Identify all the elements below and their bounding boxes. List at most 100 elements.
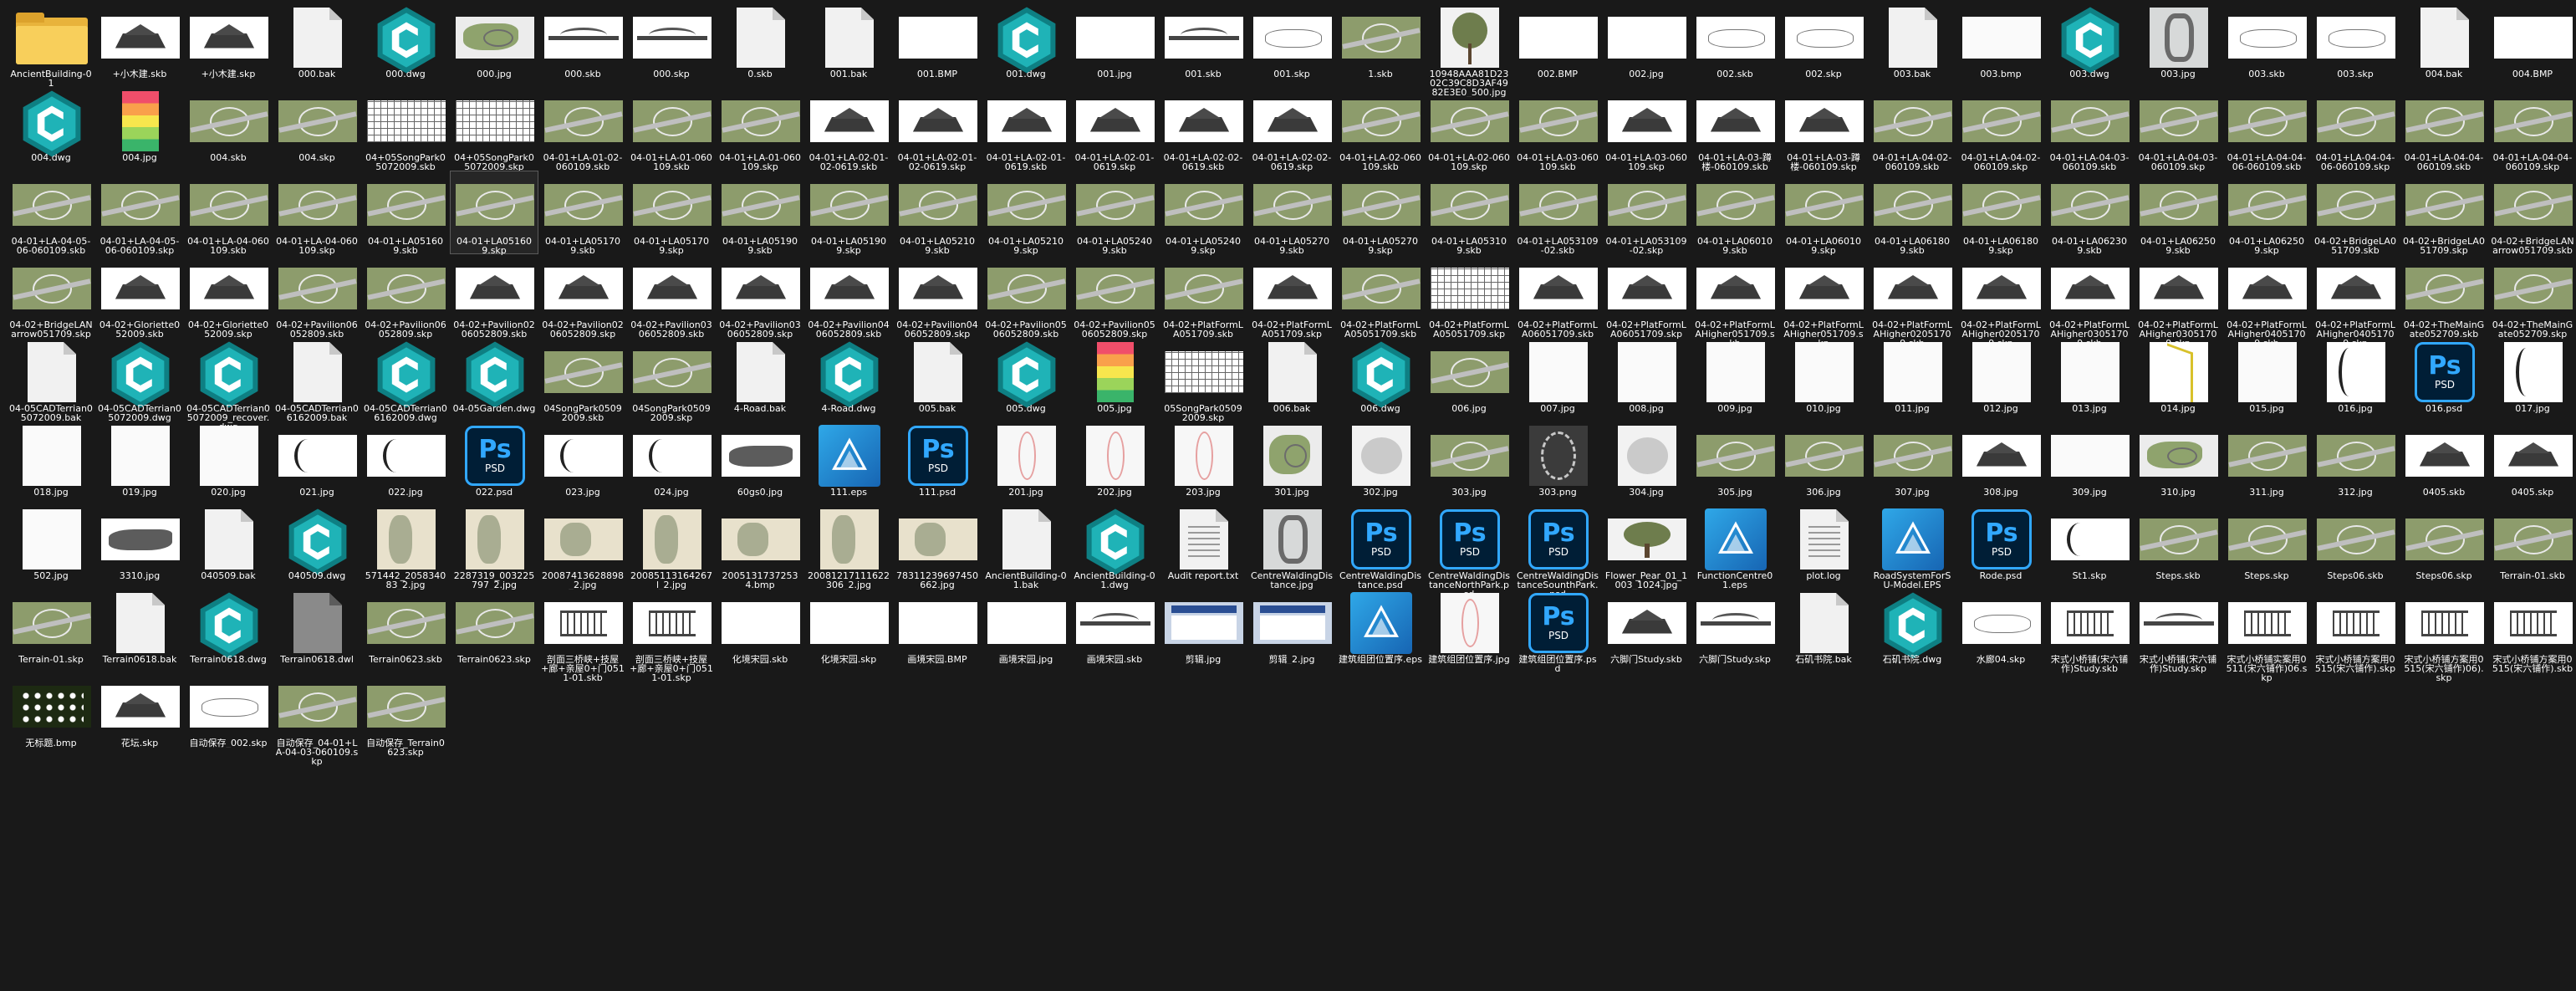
file-item[interactable]: 建筑组团位置序.jpg xyxy=(1425,589,1513,672)
file-item[interactable]: PsPSDCentreWaldingDistanceSounthPark.psd xyxy=(1513,505,1602,599)
file-item[interactable]: Terrain0618.dwg xyxy=(184,589,273,672)
file-item[interactable]: 305.jpg xyxy=(1691,421,1779,505)
file-item[interactable]: 78311239697450662.jpg xyxy=(893,505,982,590)
file-item[interactable]: 007.jpg xyxy=(1513,338,1602,421)
file-item[interactable]: 04-02+Pavilion06052809.skb xyxy=(273,254,361,339)
file-item[interactable]: 312.jpg xyxy=(2311,421,2400,505)
file-item[interactable]: CentreWaldingDistance.jpg xyxy=(1247,505,1336,590)
file-item[interactable]: 001.BMP xyxy=(893,3,982,87)
file-item[interactable]: Terrain0618.dwl xyxy=(273,589,361,672)
file-item[interactable]: 04-01+LA062509.skp xyxy=(2222,171,2311,255)
file-item[interactable]: Terrain0623.skb xyxy=(361,589,450,672)
file-item[interactable]: 04-02+PlatFormLA051709.skb xyxy=(1159,254,1247,339)
file-item[interactable]: 04-01+LA-03-蹲楼-060109.skb xyxy=(1691,87,1779,171)
file-item[interactable]: AncientBuilding-01.dwg xyxy=(1070,505,1159,590)
file-item[interactable]: Ps PSD 016.psd xyxy=(2400,338,2488,421)
file-item[interactable]: 10948AAA81D2302C39C8D3AF4982E3E0_500.jpg xyxy=(1425,3,1513,97)
file-item[interactable]: 04-05CADTerrian06162009.bak xyxy=(273,338,361,422)
file-item[interactable]: Audit report.txt xyxy=(1159,505,1247,589)
file-item[interactable]: 000.skp xyxy=(627,3,716,87)
file-item[interactable]: Terrain0623.skp xyxy=(450,589,538,672)
file-item[interactable]: 化境宋园.skb xyxy=(716,589,804,672)
file-item[interactable]: 202.jpg xyxy=(1070,421,1159,505)
file-item[interactable]: 020.jpg xyxy=(184,421,273,505)
file-item[interactable]: 04-01+LA-02-060109.skb xyxy=(1336,87,1425,171)
file-item[interactable]: 022.jpg xyxy=(361,421,450,505)
file-item[interactable]: 021.jpg xyxy=(273,421,361,505)
file-item[interactable]: 04-02+Pavilion0206052809.skp xyxy=(538,254,627,339)
file-item[interactable]: 015.jpg xyxy=(2222,338,2311,421)
file-item[interactable]: 303.png xyxy=(1513,421,1602,505)
file-item[interactable]: 20081217111622306_2.jpg xyxy=(804,505,893,590)
file-item[interactable]: Ps PSD 022.psd xyxy=(450,421,538,505)
file-item[interactable]: Ps PSD CentreWaldingDistance.psd xyxy=(1336,505,1425,590)
file-item[interactable]: 023.jpg xyxy=(538,421,627,505)
file-item[interactable]: 014.jpg xyxy=(2134,338,2222,421)
file-item[interactable]: 003.dwg xyxy=(2045,3,2134,87)
file-item[interactable]: 04-01+LA053109-02.skb xyxy=(1513,171,1602,255)
file-item[interactable]: 04-01+LA-04-02-060109.skb xyxy=(1868,87,1956,171)
file-item[interactable]: 003.jpg xyxy=(2134,3,2222,87)
file-item[interactable]: FunctionCentre01.eps xyxy=(1691,505,1779,590)
file-item[interactable]: +小木建.skp xyxy=(184,3,273,87)
file-item[interactable]: 04-02+PlatFormLAHigher03051709.skb xyxy=(2045,254,2134,348)
file-item[interactable]: 571442_205834083_2.jpg xyxy=(361,505,450,590)
file-item[interactable]: 04-01+LA-03-060109.skp xyxy=(1602,87,1691,171)
file-item[interactable]: 04-02+PlatFormLA05051709.skp xyxy=(1425,254,1513,339)
file-item[interactable]: 000.skb xyxy=(538,3,627,87)
file-item[interactable]: 宋式小桥铺(宋六铺作)Study.skp xyxy=(2134,589,2222,673)
file-item[interactable]: 04-02+Pavilion0406052809.skb xyxy=(804,254,893,339)
file-item[interactable]: 001.dwg xyxy=(982,3,1070,87)
file-item[interactable]: 04-01+LA060109.skp xyxy=(1779,171,1868,255)
file-item[interactable]: 04-02+BridgeLA051709.skb xyxy=(2311,171,2400,255)
file-item[interactable]: 04-01+LA-03-060109.skb xyxy=(1513,87,1602,171)
file-item[interactable]: 017.jpg xyxy=(2488,338,2576,421)
file-item[interactable]: 004.skb xyxy=(184,87,273,171)
file-item[interactable]: 04-02+BridgeLANarrow051709.skb xyxy=(2488,171,2576,255)
file-item[interactable]: 04-01+LA-02-01-0619.skb xyxy=(982,87,1070,171)
file-item[interactable]: +小木建.skb xyxy=(95,3,184,87)
file-item[interactable]: 04-05CADTerrian06162009.dwg xyxy=(361,338,450,422)
file-item[interactable]: 002.skb xyxy=(1691,3,1779,87)
file-item[interactable]: 04-02+PlatFormLA06051709.skb xyxy=(1513,254,1602,339)
file-item[interactable]: 006.bak xyxy=(1247,338,1336,421)
file-item[interactable]: 04-01+LA051909.skb xyxy=(716,171,804,255)
file-item[interactable]: 宋式小桥铺方案用0515(宋六铺作)06).skp xyxy=(2400,589,2488,682)
file-item[interactable]: 04-02+PlatFormLAHigher02051709.skp xyxy=(1956,254,2045,348)
file-item[interactable]: 宋式小桥铺实案用0511(宋六铺作)06.skp xyxy=(2222,589,2311,682)
file-item[interactable]: 1.skb xyxy=(1336,3,1425,87)
file-item[interactable]: 013.jpg xyxy=(2045,338,2134,421)
file-item[interactable]: 04-01+LA-04-060109.skp xyxy=(273,171,361,255)
file-item[interactable]: 04-02+PlatFormLAHigher051709.skp xyxy=(1779,254,1868,348)
file-item[interactable]: 自动保存_04-01+LA-04-03-060109.skp xyxy=(273,672,361,766)
file-item[interactable]: 005.dwg xyxy=(982,338,1070,421)
file-item[interactable]: 301.jpg xyxy=(1247,421,1336,505)
file-item[interactable]: 20051317372534.bmp xyxy=(716,505,804,590)
file-item[interactable]: 04-01+LA-04-02-060109.skp xyxy=(1956,87,2045,171)
file-item[interactable]: 306.jpg xyxy=(1779,421,1868,505)
file-item[interactable]: 004.jpg xyxy=(95,87,184,171)
file-item[interactable]: 04-02+TheMainGate052709.skb xyxy=(2400,254,2488,339)
file-item[interactable]: 04-02+Gloriette052009.skp xyxy=(184,254,273,339)
file-item[interactable]: Terrain0618.bak xyxy=(95,589,184,672)
file-item[interactable]: 04-02+PlatFormLAHigher04051709.skp xyxy=(2311,254,2400,348)
file-item[interactable]: 310.jpg xyxy=(2134,421,2222,505)
file-item[interactable]: Ps PSD 建筑组团位置序.psd xyxy=(1513,589,1602,673)
file-item[interactable]: 4-Road.bak xyxy=(716,338,804,421)
file-item[interactable]: 04-05CADTerrian05072009_recover.dwg xyxy=(184,338,273,432)
file-item[interactable]: AncientBuilding-01.bak xyxy=(982,505,1070,590)
file-item[interactable]: 04-02+PlatFormLA05051709.skb xyxy=(1336,254,1425,339)
file-item[interactable]: 04+05SongPark05072009.skb xyxy=(361,87,450,171)
file-item[interactable]: 303.jpg xyxy=(1425,421,1513,505)
file-item[interactable]: 剪辑_2.jpg xyxy=(1247,589,1336,672)
file-item[interactable]: 04-01+LA051609.skb xyxy=(361,171,450,255)
file-item[interactable]: 04-01+LA-02-02-0619.skp xyxy=(1247,87,1336,171)
file-item[interactable]: 画境宋园.BMP xyxy=(893,589,982,672)
file-item[interactable]: 05SongPark05092009.skp xyxy=(1159,338,1247,422)
file-item[interactable]: 剖面三桥峡+技屋+廊+亲屋0+门0511-01.skb xyxy=(538,589,627,682)
file-item[interactable]: 002.jpg xyxy=(1602,3,1691,87)
file-item[interactable]: 111.eps xyxy=(804,421,893,505)
file-item[interactable]: 04-01+LA060109.skb xyxy=(1691,171,1779,255)
file-item[interactable]: 000.bak xyxy=(273,3,361,87)
file-item[interactable]: St1.skp xyxy=(2045,505,2134,589)
